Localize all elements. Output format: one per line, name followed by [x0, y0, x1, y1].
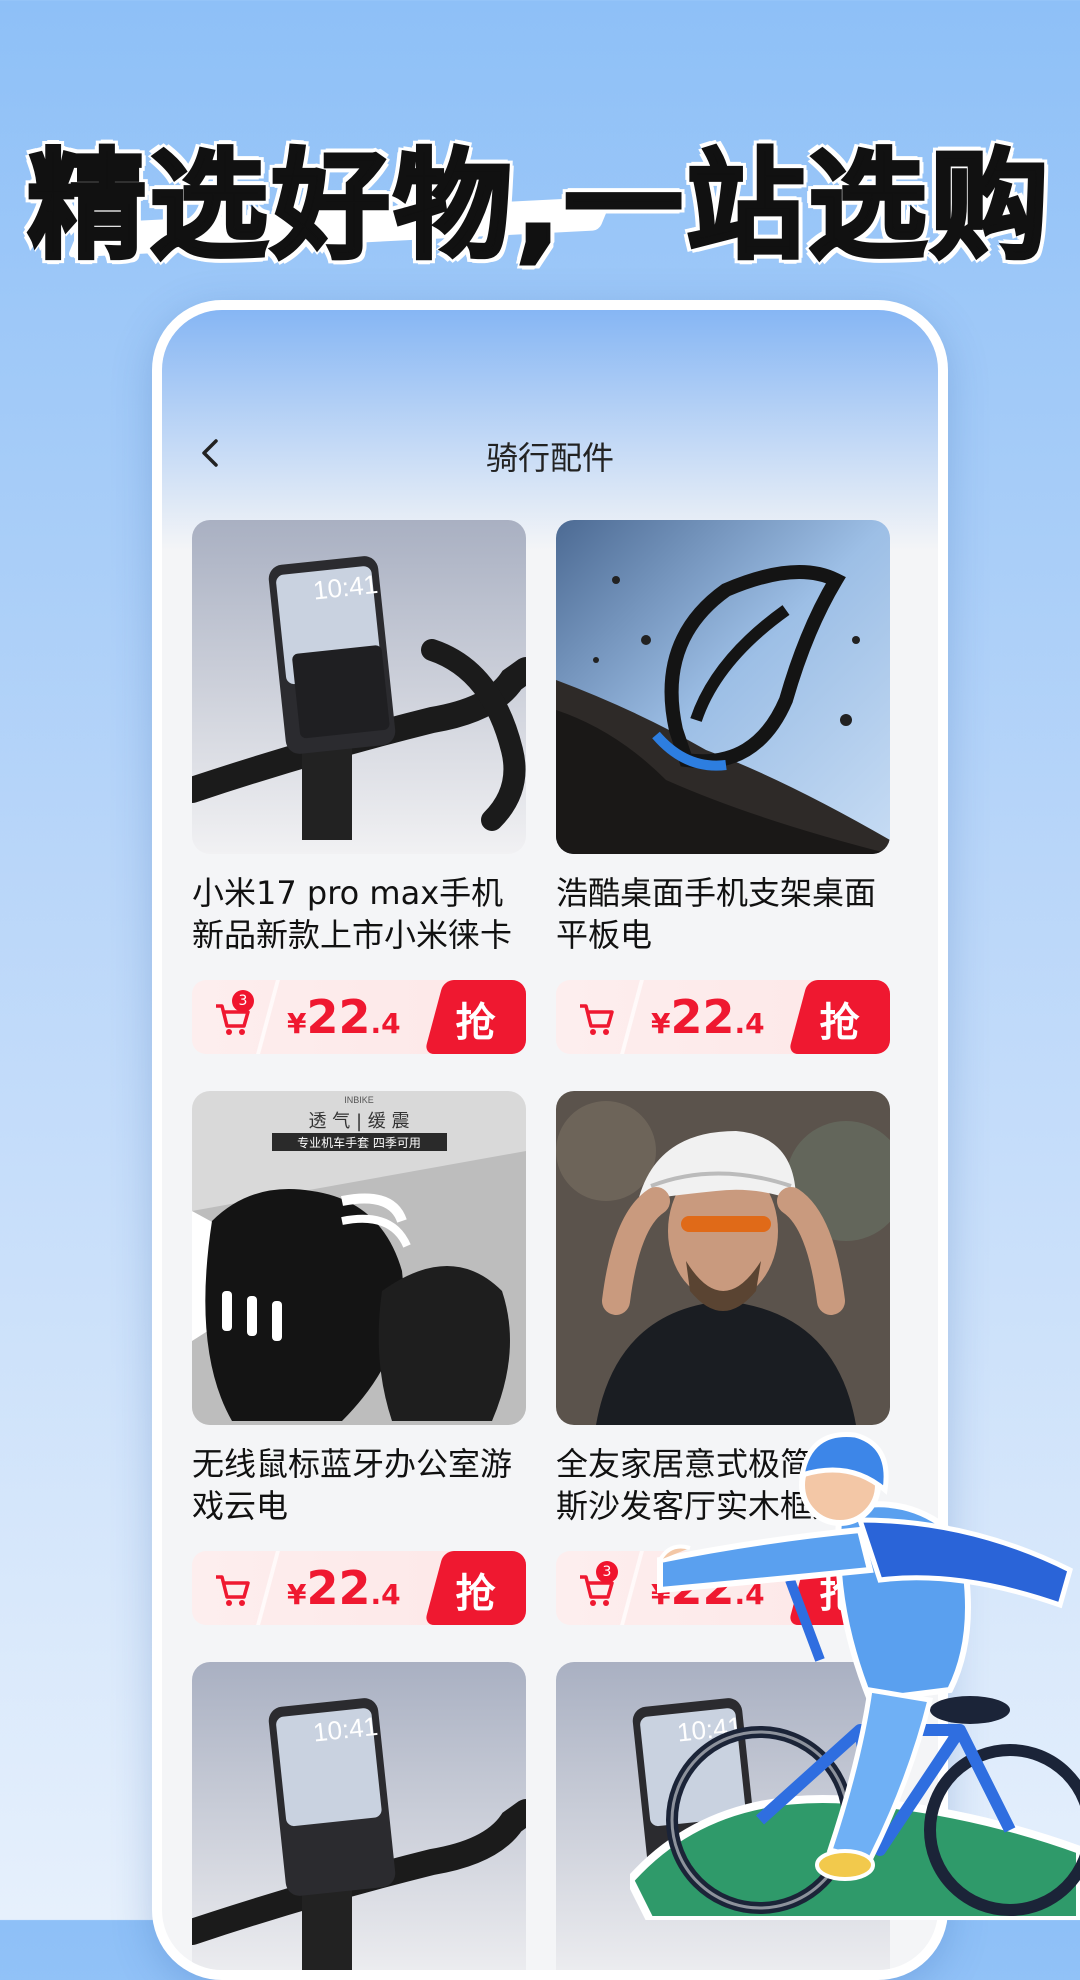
product-name[interactable]: 无线鼠标蓝牙办公室游戏云电	[192, 1443, 526, 1527]
product-name[interactable]: 小米17 pro max手机新品新款上市小米徕卡联	[192, 872, 526, 956]
buy-bar: 3 ¥22.4 抢	[192, 980, 526, 1054]
headline: 精选好物,一站选购	[26, 135, 1053, 277]
cart-icon[interactable]	[210, 1567, 254, 1611]
image-tagline-text: 透 气 | 缓 震	[309, 1111, 410, 1132]
cart-count-badge: 3	[232, 990, 254, 1012]
price-decimal: .4	[734, 1007, 765, 1040]
grab-label: 抢	[455, 1571, 496, 1617]
product-card[interactable]: INBIKE 透 气 | 缓 震 专业机车手套 四季可用 无线鼠标蓝牙办公室游戏…	[192, 1091, 526, 1625]
cart-icon[interactable]	[574, 996, 618, 1040]
product-card[interactable]: 10:41 小米17 pro max手机新品新款上市小米徕卡联 3 ¥22.4 …	[192, 520, 526, 1054]
image-subtitle-text: 专业机车手套 四季可用	[297, 1135, 421, 1150]
grab-button[interactable]: 抢	[788, 980, 890, 1054]
price-decimal: .4	[370, 1007, 401, 1040]
price: ¥22.4	[651, 990, 765, 1044]
image-brand-text: INBIKE	[344, 1095, 374, 1105]
product-image-gloves[interactable]: INBIKE 透 气 | 缓 震 专业机车手套 四季可用	[192, 1091, 526, 1425]
product-image-bottle-cage[interactable]	[556, 520, 890, 854]
grab-button[interactable]: 抢	[424, 1551, 526, 1625]
divider	[620, 980, 644, 1054]
product-name[interactable]: 浩酷桌面手机支架桌面平板电	[556, 872, 890, 956]
price-currency: ¥	[651, 1007, 671, 1040]
product-card[interactable]: 10:41	[192, 1662, 526, 1970]
buy-bar: ¥22.4 抢	[556, 980, 890, 1054]
cart-count-badge: 3	[596, 1561, 618, 1583]
price-integer: 22	[306, 990, 371, 1044]
price-decimal: .4	[370, 1578, 401, 1611]
grab-label: 抢	[819, 1000, 860, 1046]
price: ¥22.4	[287, 1561, 401, 1615]
page-title: 骑行配件	[485, 439, 614, 477]
price-currency: ¥	[287, 1007, 307, 1040]
nav-bar: 骑行配件	[162, 425, 938, 485]
buy-bar: ¥22.4 抢	[192, 1551, 526, 1625]
cyclist-illustration	[630, 1432, 1080, 1920]
product-image-phone-mount[interactable]: 10:41	[192, 1662, 526, 1970]
price: ¥22.4	[287, 990, 401, 1044]
price-integer: 22	[306, 1561, 371, 1615]
divider	[256, 980, 280, 1054]
price-integer: 22	[670, 990, 735, 1044]
product-card[interactable]: 浩酷桌面手机支架桌面平板电 ¥22.4 抢	[556, 520, 890, 1054]
grab-button[interactable]: 抢	[424, 980, 526, 1054]
grab-label: 抢	[455, 1000, 496, 1046]
price-currency: ¥	[287, 1578, 307, 1611]
product-image-phone-mount[interactable]: 10:41	[192, 520, 526, 854]
divider	[256, 1551, 280, 1625]
product-image-helmet[interactable]	[556, 1091, 890, 1425]
